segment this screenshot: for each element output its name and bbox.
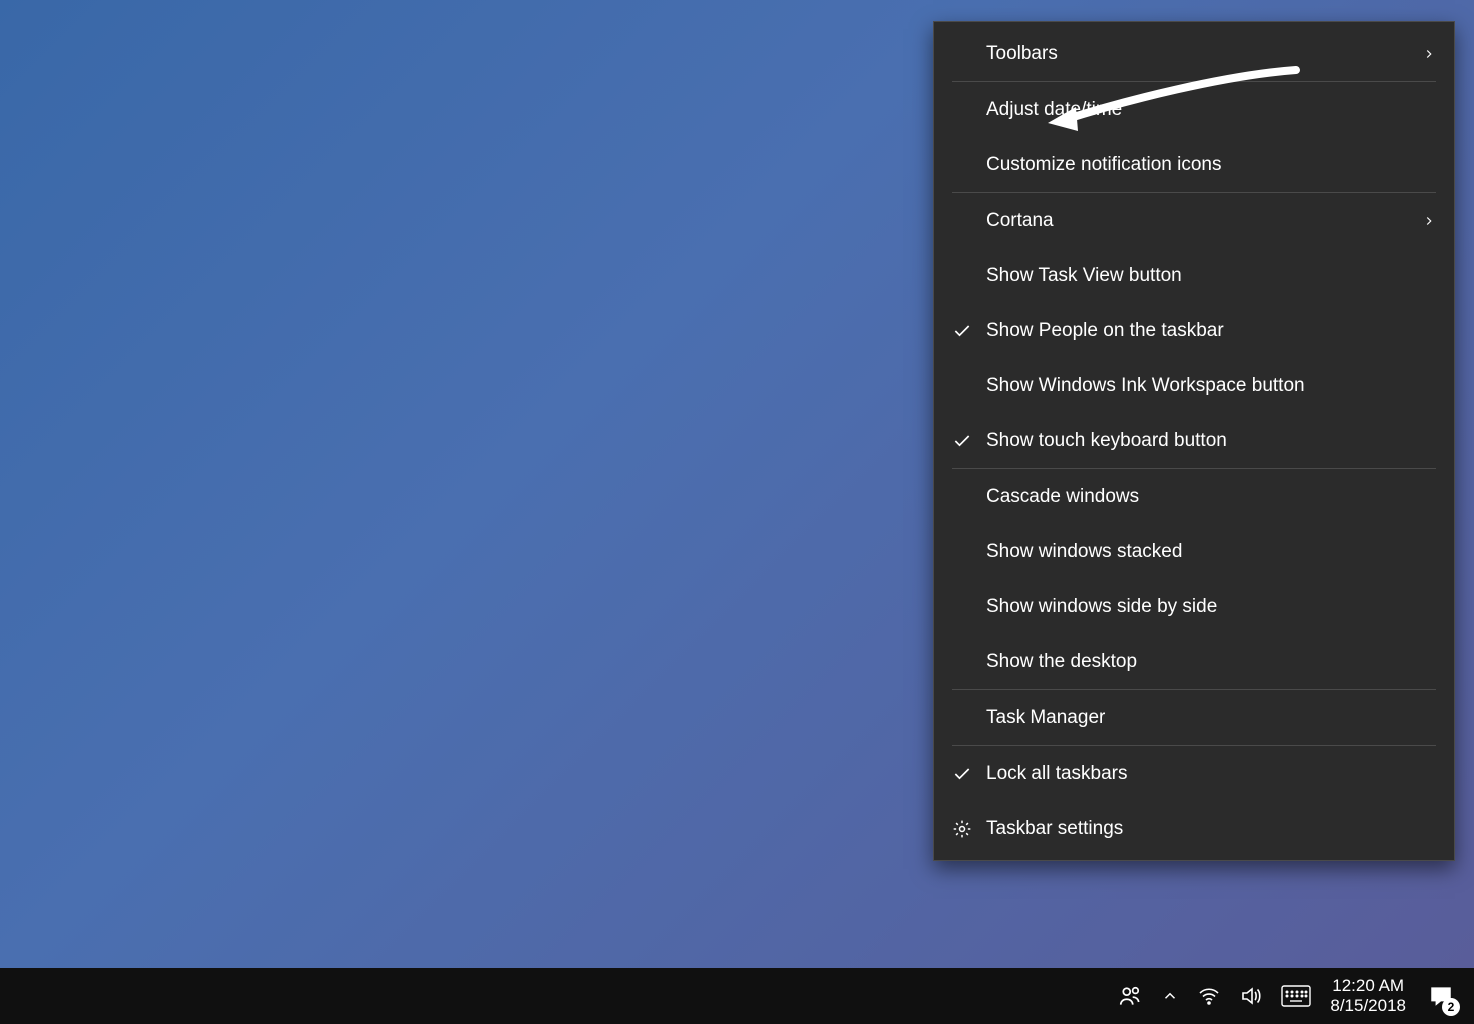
volume-button[interactable] bbox=[1230, 968, 1272, 1024]
notification-badge: 2 bbox=[1442, 998, 1460, 1016]
menu-label: Cortana bbox=[986, 210, 1416, 232]
people-button[interactable] bbox=[1108, 968, 1152, 1024]
people-icon bbox=[1117, 983, 1143, 1009]
menu-item-show-windows-stacked[interactable]: Show windows stacked bbox=[934, 524, 1454, 579]
menu-label: Taskbar settings bbox=[986, 818, 1436, 840]
check-icon bbox=[952, 321, 986, 341]
menu-label: Task Manager bbox=[986, 707, 1436, 729]
menu-item-cortana[interactable]: Cortana bbox=[934, 193, 1454, 248]
menu-item-task-manager[interactable]: Task Manager bbox=[934, 690, 1454, 745]
check-icon bbox=[952, 431, 986, 451]
tray-overflow-button[interactable] bbox=[1152, 968, 1188, 1024]
clock-date: 8/15/2018 bbox=[1330, 996, 1406, 1016]
menu-label: Show windows side by side bbox=[986, 596, 1436, 618]
chevron-right-icon bbox=[1416, 47, 1436, 61]
menu-label: Show Windows Ink Workspace button bbox=[986, 375, 1436, 397]
chevron-up-icon bbox=[1161, 987, 1179, 1005]
taskbar: 12:20 AM 8/15/2018 2 bbox=[0, 968, 1474, 1024]
keyboard-icon bbox=[1281, 985, 1311, 1007]
menu-item-show-touch-keyboard-button[interactable]: Show touch keyboard button bbox=[934, 413, 1454, 468]
menu-item-show-people-on-the-taskbar[interactable]: Show People on the taskbar bbox=[934, 303, 1454, 358]
taskbar-context-menu: Toolbars Adjust date/time Customize noti… bbox=[933, 21, 1455, 861]
wifi-button[interactable] bbox=[1188, 968, 1230, 1024]
chevron-right-icon bbox=[1416, 214, 1436, 228]
menu-label: Toolbars bbox=[986, 43, 1416, 65]
speaker-icon bbox=[1239, 984, 1263, 1008]
menu-item-show-the-desktop[interactable]: Show the desktop bbox=[934, 634, 1454, 689]
menu-label: Show windows stacked bbox=[986, 541, 1436, 563]
gear-icon bbox=[952, 819, 986, 839]
clock-time: 12:20 AM bbox=[1332, 976, 1404, 996]
menu-label: Show Task View button bbox=[986, 265, 1436, 287]
menu-label: Show People on the taskbar bbox=[986, 320, 1436, 342]
wifi-icon bbox=[1197, 984, 1221, 1008]
menu-item-show-windows-side-by-side[interactable]: Show windows side by side bbox=[934, 579, 1454, 634]
menu-item-lock-all-taskbars[interactable]: Lock all taskbars bbox=[934, 746, 1454, 801]
menu-item-cascade-windows[interactable]: Cascade windows bbox=[934, 469, 1454, 524]
menu-label: Lock all taskbars bbox=[986, 763, 1436, 785]
menu-label: Cascade windows bbox=[986, 486, 1436, 508]
menu-label: Show the desktop bbox=[986, 651, 1436, 673]
touch-keyboard-button[interactable] bbox=[1272, 968, 1320, 1024]
menu-item-show-windows-ink-workspace-button[interactable]: Show Windows Ink Workspace button bbox=[934, 358, 1454, 413]
menu-item-toolbars[interactable]: Toolbars bbox=[934, 26, 1454, 81]
action-center-button[interactable]: 2 bbox=[1416, 968, 1466, 1024]
menu-item-taskbar-settings[interactable]: Taskbar settings bbox=[934, 801, 1454, 856]
check-icon bbox=[952, 764, 986, 784]
clock-button[interactable]: 12:20 AM 8/15/2018 bbox=[1320, 968, 1416, 1024]
menu-label: Adjust date/time bbox=[986, 99, 1436, 121]
menu-item-customize-notification-icons[interactable]: Customize notification icons bbox=[934, 137, 1454, 192]
menu-label: Show touch keyboard button bbox=[986, 430, 1436, 452]
menu-label: Customize notification icons bbox=[986, 154, 1436, 176]
menu-item-adjust-date-time[interactable]: Adjust date/time bbox=[934, 82, 1454, 137]
system-tray: 12:20 AM 8/15/2018 2 bbox=[1108, 968, 1474, 1024]
menu-item-show-task-view-button[interactable]: Show Task View button bbox=[934, 248, 1454, 303]
